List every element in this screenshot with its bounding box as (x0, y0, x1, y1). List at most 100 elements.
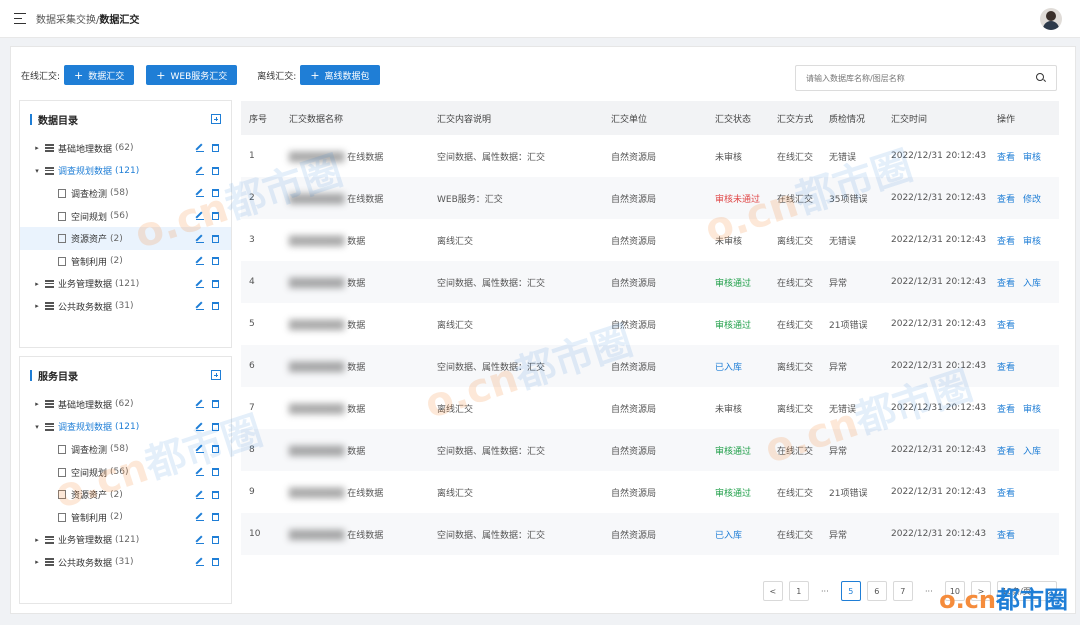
plus-icon: + (310, 68, 320, 82)
action-link[interactable]: 入库 (1023, 279, 1041, 289)
search-input[interactable] (806, 73, 1036, 83)
tree-node[interactable]: ▾ 调查规划数据 (121) (20, 416, 231, 439)
delete-icon[interactable] (212, 535, 219, 544)
offline-package-button[interactable]: + 离线数据包 (300, 65, 380, 85)
edit-icon[interactable] (196, 257, 204, 266)
edit-icon[interactable] (196, 468, 204, 477)
tree-node[interactable]: 管制利用 (2) (20, 506, 231, 529)
caret-icon[interactable]: ▸ (32, 536, 42, 544)
tree-node[interactable]: ▸ 基础地理数据 (62) (20, 393, 231, 416)
web-service-submit-button[interactable]: + WEB服务汇交 (146, 65, 238, 85)
description-cell: 空间数据、属性数据：汇交 (437, 152, 546, 163)
caret-icon[interactable]: ▸ (32, 280, 42, 288)
tree-node[interactable]: 空间规划 (56) (20, 461, 231, 484)
edit-icon[interactable] (196, 189, 204, 198)
action-link[interactable]: 审核 (1023, 405, 1041, 415)
view-link[interactable]: 查看 (997, 531, 1015, 541)
tree-node[interactable]: ▸ 业务管理数据 (121) (20, 273, 231, 296)
delete-icon[interactable] (212, 144, 219, 153)
delete-icon[interactable] (212, 400, 219, 409)
delete-icon[interactable] (212, 279, 219, 288)
tree-node[interactable]: 管制利用 (2) (20, 250, 231, 273)
delete-icon[interactable] (212, 212, 219, 221)
tree-node[interactable]: ▸ 公共政务数据 (31) (20, 551, 231, 574)
page-1[interactable]: 1 (788, 581, 809, 601)
tree-node[interactable]: 资源资产 (2) (20, 483, 231, 506)
view-link[interactable]: 查看 (997, 363, 1015, 373)
data-name-cell: ████████ 在线数据 (289, 152, 384, 163)
caret-icon[interactable]: ▾ (32, 167, 42, 175)
delete-icon[interactable] (212, 490, 219, 499)
delete-icon[interactable] (212, 166, 219, 175)
view-link[interactable]: 查看 (997, 153, 1015, 163)
unit-cell: 自然资源局 (603, 345, 707, 387)
delete-icon[interactable] (212, 422, 219, 431)
edit-icon[interactable] (196, 212, 204, 221)
edit-icon[interactable] (196, 167, 204, 175)
view-link[interactable]: 查看 (997, 321, 1015, 331)
avatar[interactable] (1040, 8, 1062, 30)
add-icon[interactable] (211, 370, 221, 380)
tree-node[interactable]: ▸ 基础地理数据 (62) (20, 137, 231, 160)
view-link[interactable]: 查看 (997, 447, 1015, 457)
edit-icon[interactable] (196, 280, 204, 288)
action-link[interactable]: 入库 (1023, 447, 1041, 457)
tree-node[interactable]: ▸ 公共政务数据 (31) (20, 295, 231, 318)
caret-icon[interactable]: ▸ (32, 302, 42, 310)
tree-node[interactable]: 空间规划 (56) (20, 205, 231, 228)
tree-node[interactable]: 调查检测 (58) (20, 438, 231, 461)
prev-page-button[interactable]: < (762, 581, 783, 601)
action-link[interactable]: 修改 (1023, 195, 1041, 205)
edit-icon[interactable] (196, 400, 204, 409)
menu-icon[interactable] (14, 12, 28, 25)
tree-node-label: 资源资产 (71, 491, 108, 502)
tree-node-label: 调查规划数据 (58, 423, 113, 434)
delete-icon[interactable] (212, 513, 219, 522)
tree-node[interactable]: ▾ 调查规划数据 (121) (20, 160, 231, 183)
data-submit-button[interactable]: + 数据汇交 (64, 65, 135, 85)
edit-icon[interactable] (196, 513, 204, 522)
action-link[interactable]: 审核 (1023, 153, 1041, 163)
data-name-cell: ████████ 在线数据 (281, 177, 429, 219)
tree-node[interactable]: ▸ 业务管理数据 (121) (20, 529, 231, 552)
edit-icon[interactable] (196, 536, 204, 544)
tree-node-count: (56) (110, 467, 129, 478)
edit-icon[interactable] (196, 423, 204, 431)
tree-node[interactable]: 调查检测 (58) (20, 182, 231, 205)
view-link[interactable]: 查看 (997, 405, 1015, 415)
search-icon[interactable] (1036, 73, 1046, 83)
delete-icon[interactable] (212, 189, 219, 198)
caret-icon[interactable]: ▸ (32, 400, 42, 408)
edit-icon[interactable] (196, 558, 204, 567)
view-link[interactable]: 查看 (997, 489, 1015, 499)
caret-icon[interactable]: ▸ (32, 558, 42, 566)
breadcrumb-parent[interactable]: 数据采集交换/ (36, 15, 99, 26)
page-5[interactable]: 5 (840, 581, 861, 601)
view-link[interactable]: 查看 (997, 195, 1015, 205)
edit-icon[interactable] (196, 445, 204, 454)
qc-cell: 异常 (821, 345, 883, 387)
view-link[interactable]: 查看 (997, 279, 1015, 289)
delete-icon[interactable] (212, 302, 219, 311)
edit-icon[interactable] (196, 144, 204, 153)
caret-icon[interactable]: ▸ (32, 144, 42, 152)
delete-icon[interactable] (212, 468, 219, 477)
tree-node[interactable]: 资源资产 (2) (20, 227, 231, 250)
page-7[interactable]: 7 (892, 581, 913, 601)
action-link[interactable]: 审核 (1023, 237, 1041, 247)
delete-icon[interactable] (212, 445, 219, 454)
edit-icon[interactable] (196, 491, 204, 499)
edit-icon[interactable] (196, 235, 204, 243)
edit-icon[interactable] (196, 302, 204, 311)
document-icon (58, 211, 66, 221)
tree-node-label: 基础地理数据 (58, 400, 113, 411)
unit-cell: 自然资源局 (603, 261, 707, 303)
add-icon[interactable] (211, 114, 221, 124)
delete-icon[interactable] (212, 558, 219, 567)
layers-icon (45, 400, 54, 409)
page-6[interactable]: 6 (866, 581, 887, 601)
caret-icon[interactable]: ▾ (32, 423, 42, 431)
delete-icon[interactable] (212, 257, 219, 266)
delete-icon[interactable] (212, 234, 219, 243)
view-link[interactable]: 查看 (997, 237, 1015, 247)
